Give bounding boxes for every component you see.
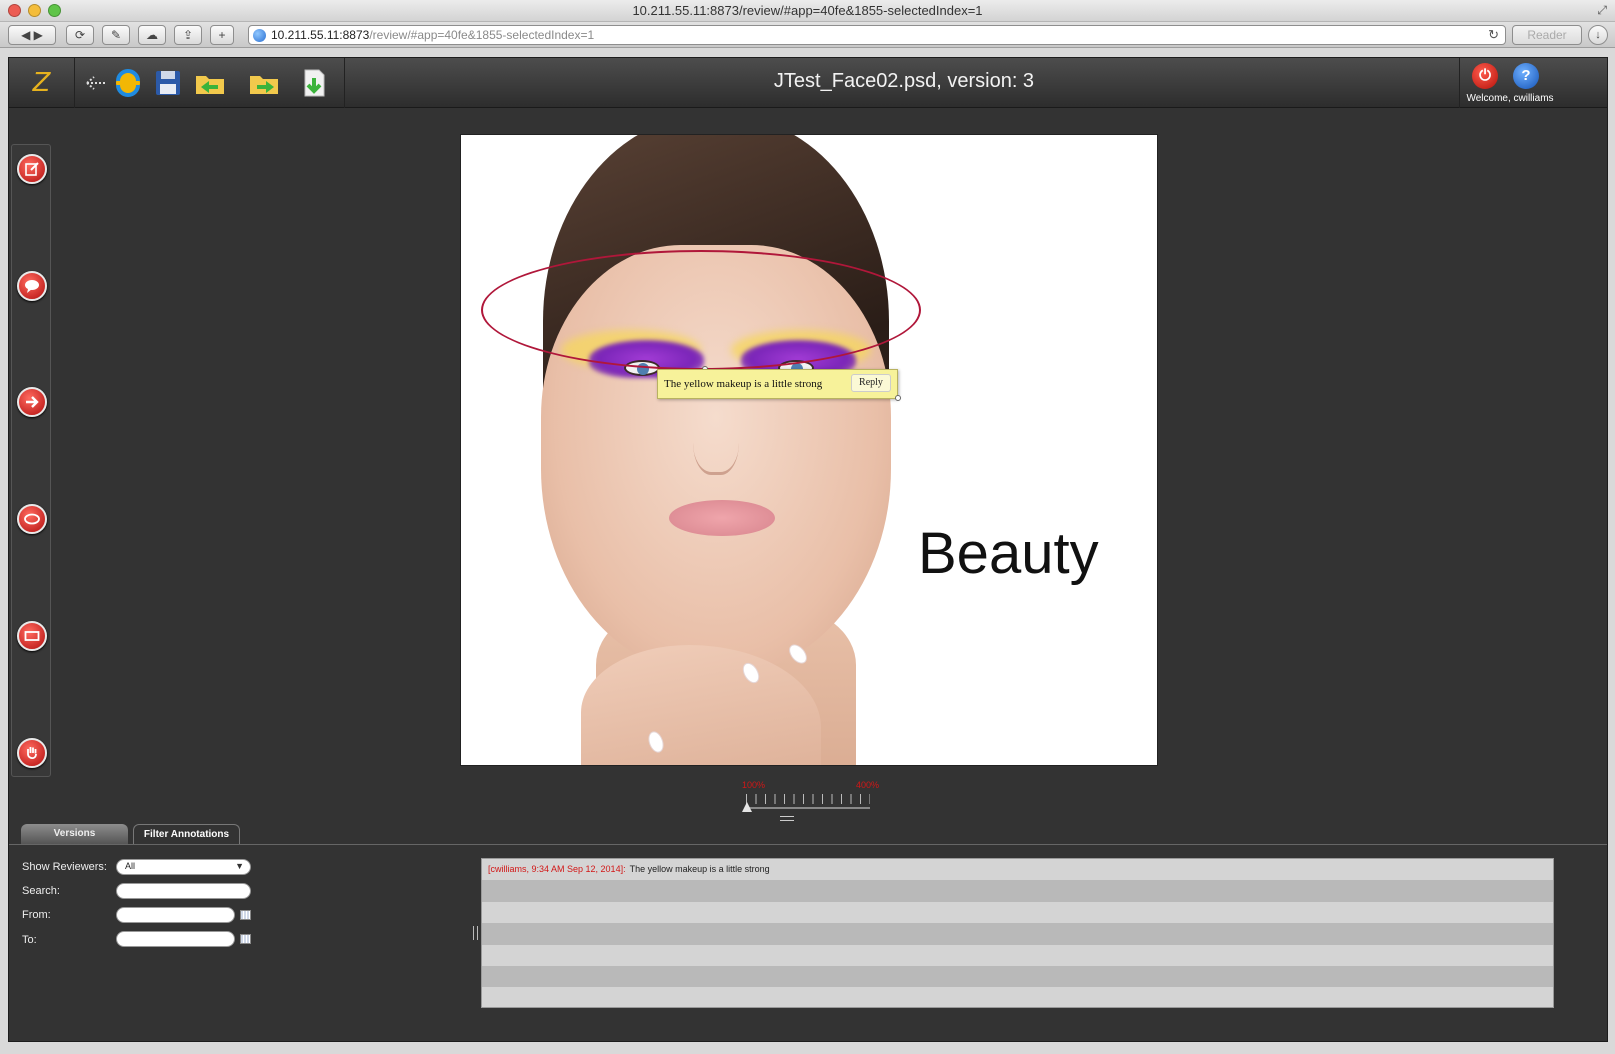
reload-icon[interactable]: ↻ <box>1488 26 1499 44</box>
hand-icon <box>27 747 37 760</box>
artwork-nose <box>693 395 739 475</box>
reviewers-select[interactable]: All ▼ <box>116 859 251 875</box>
annotation-note-text: The yellow makeup is a little strong <box>664 378 823 390</box>
list-item-empty <box>482 965 1553 988</box>
url-host: 10.211.55.11:8873 <box>271 28 370 42</box>
tab-versions[interactable]: Versions <box>21 824 128 844</box>
app-header: Z JTest_Face02.psd, version: 3 ⏻ ? Welco… <box>9 58 1607 108</box>
show-reviewers-label: Show Reviewers: <box>22 861 107 873</box>
save-icon[interactable] <box>151 66 185 100</box>
note-resize-handle[interactable] <box>895 395 901 401</box>
list-item-empty <box>482 944 1553 966</box>
zoom-ticks <box>746 794 870 804</box>
from-date-input[interactable] <box>116 907 235 923</box>
browser-toolbar: ◀ ▶ ⟳ ✎ ☁ ⇪ + 10.211.55.11:8873/review/#… <box>0 22 1615 48</box>
arrow-right-icon <box>26 396 39 408</box>
ellipse-icon <box>24 513 40 525</box>
to-label: To: <box>22 934 37 946</box>
annotation-toolbar <box>11 144 51 777</box>
list-item-empty <box>482 923 1553 945</box>
review-canvas[interactable]: Beauty The yellow makeup is a little str… <box>460 134 1158 766</box>
tools-icon[interactable]: ✎ <box>102 25 130 45</box>
list-item[interactable]: [cwilliams, 9:34 AM Sep 12, 2014]: The ye… <box>482 859 1553 881</box>
zoom-max-label: 400% <box>856 780 880 790</box>
draw-tool-button[interactable] <box>17 154 47 184</box>
downloads-icon[interactable]: ↓ <box>1588 25 1608 45</box>
edit-icon <box>25 162 39 176</box>
list-item-empty <box>482 901 1553 924</box>
annotation-ellipse[interactable] <box>481 250 921 370</box>
user-area: ⏻ ? Welcome, cwilliams <box>1459 58 1607 108</box>
new-tab-icon[interactable]: + <box>210 25 234 45</box>
reader-button[interactable]: Reader <box>1512 25 1582 45</box>
zoom-thumb[interactable] <box>742 802 752 812</box>
app-logo[interactable]: Z <box>9 58 75 108</box>
calendar-icon[interactable] <box>240 910 251 920</box>
fullscreen-icon[interactable]: ⤢ <box>1597 3 1607 18</box>
window-titlebar: 10.211.55.11:8873/review/#app=40fe&1855-… <box>0 0 1615 22</box>
address-bar[interactable]: 10.211.55.11:8873/review/#app=40fe&1855-… <box>248 25 1506 45</box>
panel-resize-grip[interactable] <box>780 816 794 821</box>
calendar-icon[interactable] <box>240 934 251 944</box>
welcome-text: Welcome, cwilliams <box>1466 93 1554 104</box>
annotation-text: The yellow makeup is a little strong <box>629 864 770 874</box>
to-date-input[interactable] <box>116 931 235 947</box>
header-toolbar <box>75 58 345 108</box>
ellipse-tool-button[interactable] <box>17 504 47 534</box>
panel-splitter-handle[interactable] <box>473 926 478 940</box>
arrow-tool-button[interactable] <box>17 387 47 417</box>
refresh-icon[interactable] <box>111 66 145 100</box>
logout-power-icon[interactable]: ⏻ <box>1472 63 1498 89</box>
download-file-icon[interactable] <box>297 66 331 100</box>
open-folder-back-icon[interactable] <box>193 66 227 100</box>
artwork-beauty-text: Beauty <box>918 521 1099 586</box>
comment-tool-button[interactable] <box>17 271 47 301</box>
share-icon[interactable]: ⇪ <box>174 25 202 45</box>
help-icon[interactable]: ? <box>1513 63 1539 89</box>
pan-tool-button[interactable] <box>17 738 47 768</box>
review-app: Z JTest_Face02.psd, version: 3 ⏻ ? Welco… <box>8 57 1608 1042</box>
search-input[interactable] <box>116 883 251 899</box>
rectangle-icon <box>24 631 40 641</box>
url-path: /review/#app=40fe&1855-selectedIndex=1 <box>369 28 595 42</box>
search-label: Search: <box>22 885 60 897</box>
cloud-icon[interactable]: ☁ <box>138 25 166 45</box>
panel-divider <box>9 844 1607 845</box>
list-item-empty <box>482 987 1553 1007</box>
tab-filter-annotations[interactable]: Filter Annotations <box>133 824 240 844</box>
globe-icon <box>253 29 266 42</box>
open-folder-forward-icon[interactable] <box>247 66 281 100</box>
history-icon[interactable]: ⟳ <box>66 25 94 45</box>
back-forward-buttons[interactable]: ◀ ▶ <box>8 25 56 45</box>
artwork-lips <box>669 500 775 536</box>
back-arrow-icon[interactable] <box>81 66 115 100</box>
annotation-note[interactable]: The yellow makeup is a little strong Rep… <box>657 369 898 399</box>
document-title: JTest_Face02.psd, version: 3 <box>773 70 1035 92</box>
zoom-slider[interactable]: 100% 400% <box>742 780 892 825</box>
reviewers-select-value: All <box>125 861 136 871</box>
chevron-down-icon: ▼ <box>235 861 244 871</box>
reply-button[interactable]: Reply <box>851 374 891 392</box>
list-item-empty <box>482 880 1553 902</box>
window-title: 10.211.55.11:8873/review/#app=40fe&1855-… <box>632 3 983 18</box>
speech-bubble-icon <box>25 280 39 293</box>
zoom-track[interactable] <box>746 807 870 809</box>
annotation-author-time: [cwilliams, 9:34 AM Sep 12, 2014]: <box>488 864 626 874</box>
annotation-list[interactable]: [cwilliams, 9:34 AM Sep 12, 2014]: The ye… <box>481 858 1554 1008</box>
zoom-min-label: 100% <box>742 780 766 790</box>
rectangle-tool-button[interactable] <box>17 621 47 651</box>
from-label: From: <box>22 909 51 921</box>
